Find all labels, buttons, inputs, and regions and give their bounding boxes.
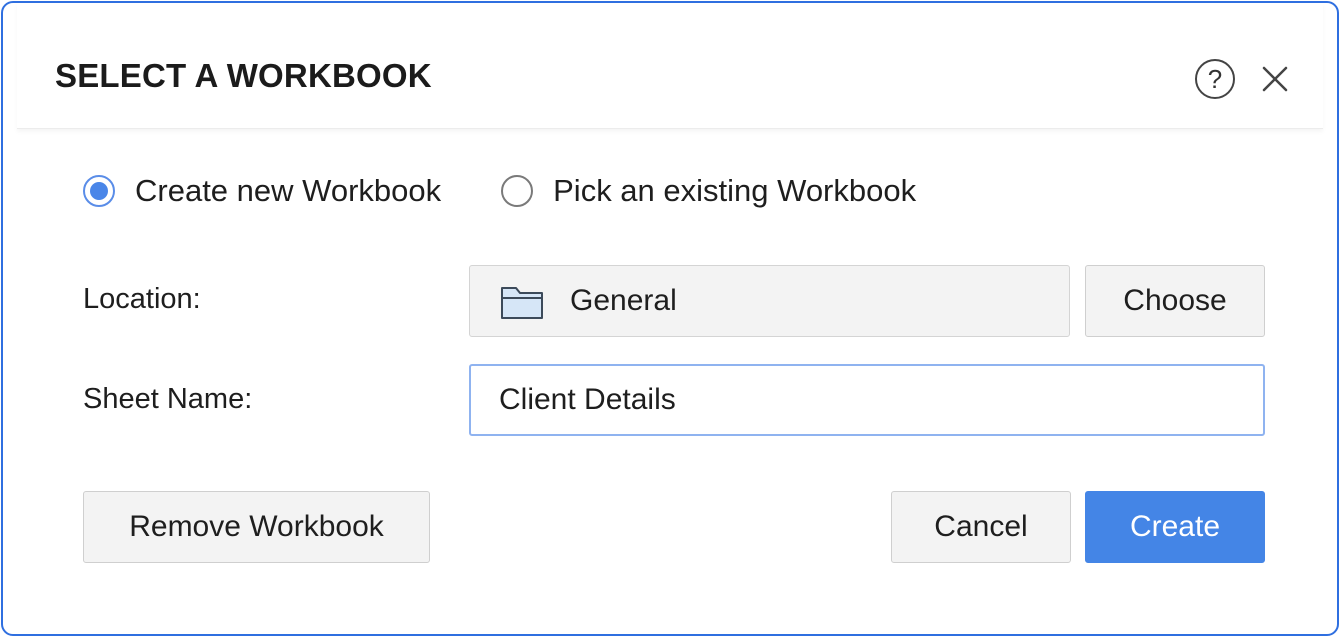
workbook-mode-radio-group: Create new Workbook Pick an existing Wor… <box>83 170 976 212</box>
help-icon[interactable]: ? <box>1195 59 1235 99</box>
location-value: General <box>570 284 677 317</box>
location-label: Location: <box>83 283 201 315</box>
remove-workbook-button[interactable]: Remove Workbook <box>83 491 430 563</box>
close-icon[interactable] <box>1255 59 1295 99</box>
radio-label-pick-existing: Pick an existing Workbook <box>553 173 917 208</box>
select-workbook-dialog: SELECT A WORKBOOK ? Create new Workbook … <box>1 1 1339 636</box>
cancel-button[interactable]: Cancel <box>891 491 1071 563</box>
choose-button[interactable]: Choose <box>1085 265 1265 337</box>
create-button[interactable]: Create <box>1085 491 1265 563</box>
sheet-name-input[interactable] <box>469 364 1265 436</box>
dialog-header: SELECT A WORKBOOK ? <box>17 3 1323 129</box>
radio-button-unchecked[interactable] <box>501 175 534 207</box>
sheet-name-label: Sheet Name: <box>83 383 253 415</box>
radio-label-create-new: Create new Workbook <box>135 173 442 208</box>
dialog-title: SELECT A WORKBOOK <box>55 57 432 94</box>
radio-button-checked[interactable] <box>83 175 115 207</box>
location-display: General <box>469 265 1070 337</box>
radio-create-new-workbook[interactable]: Create new Workbook <box>83 173 441 209</box>
folder-icon <box>500 284 544 320</box>
radio-pick-existing-workbook[interactable]: Pick an existing Workbook <box>501 173 916 209</box>
